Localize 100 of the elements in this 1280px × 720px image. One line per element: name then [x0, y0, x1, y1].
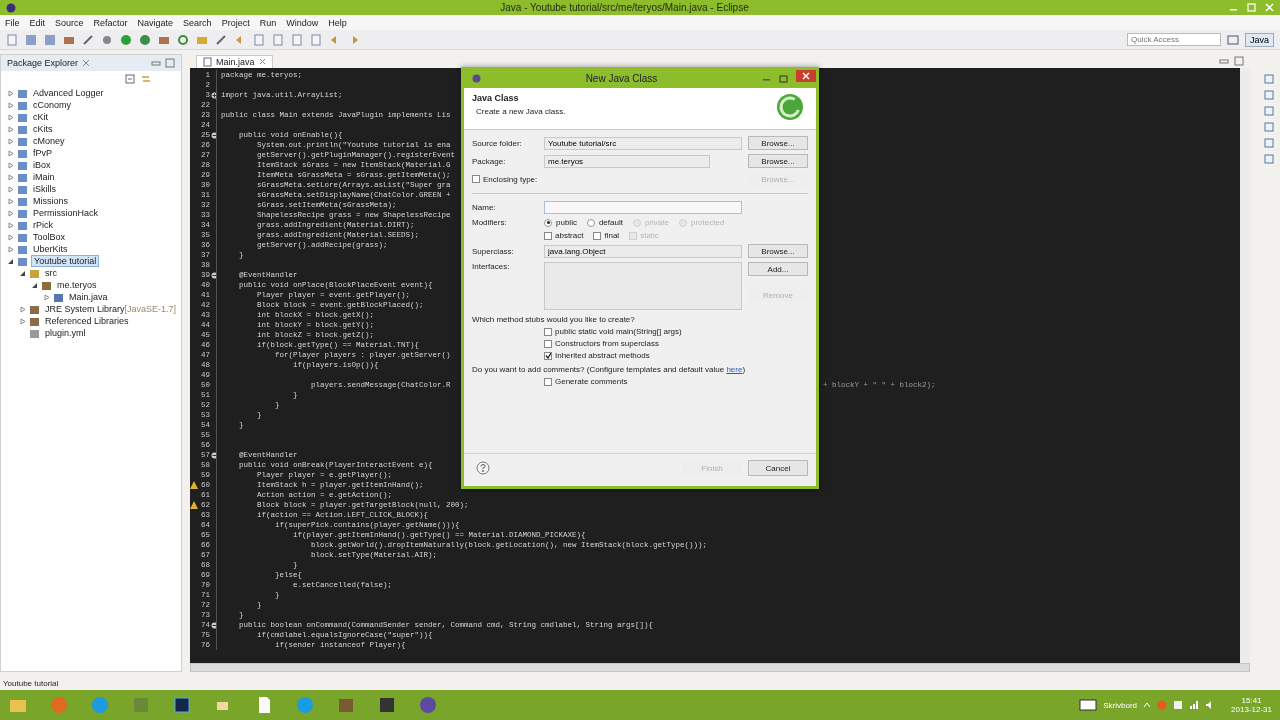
checkbox[interactable] — [544, 327, 552, 336]
refresh-icon[interactable] — [177, 33, 189, 46]
tree-item[interactable]: iSkills — [31, 184, 58, 194]
menu-item[interactable]: Source — [55, 17, 84, 28]
checkbox-label: Generate comments — [555, 377, 628, 386]
menu-item[interactable]: Refactor — [93, 17, 128, 28]
tree-item[interactable]: Missions — [31, 196, 70, 206]
expand-arrow-icon[interactable] — [19, 269, 26, 277]
radio-label: public — [556, 218, 577, 227]
expand-arrow-icon[interactable] — [7, 257, 14, 265]
checkbox[interactable] — [544, 231, 552, 240]
save-icon[interactable] — [25, 33, 37, 46]
link-icon[interactable] — [141, 74, 151, 84]
checkbox-label: abstract — [555, 231, 584, 240]
menu-item[interactable]: Run — [259, 17, 277, 28]
square-icon[interactable] — [172, 695, 192, 715]
checkbox[interactable] — [593, 231, 602, 240]
fold-icon[interactable] — [211, 91, 216, 99]
checkbox[interactable] — [472, 175, 480, 183]
text-field[interactable] — [544, 201, 742, 214]
minimize-icon[interactable] — [1219, 57, 1229, 65]
tree-item[interactable]: Referenced Libraries — [43, 316, 131, 326]
tree-item[interactable]: rPick — [31, 220, 55, 230]
checkbox-label: Inherited abstract methods — [555, 351, 650, 360]
text-field[interactable]: Youtube tutorial/src — [544, 136, 742, 150]
tree-item[interactable]: cConomy — [31, 100, 73, 110]
doc-icon[interactable] — [310, 33, 322, 46]
collapse-all-icon[interactable] — [125, 74, 135, 84]
checkbox[interactable] — [544, 351, 552, 360]
tree-item[interactable]: cKits — [31, 124, 55, 134]
fold-icon[interactable] — [211, 271, 216, 279]
tree-item[interactable]: plugin.yml — [43, 328, 88, 338]
help-icon[interactable] — [476, 461, 490, 475]
fold-icon[interactable] — [211, 451, 216, 459]
tree-item[interactable]: iMain — [31, 172, 57, 182]
tree-item[interactable]: fPvP — [31, 148, 54, 158]
menu-item[interactable]: File — [5, 17, 20, 28]
clock-date: 2013-12-31 — [1231, 705, 1272, 714]
tree-item[interactable]: cKit — [31, 112, 50, 122]
scrollbar[interactable] — [190, 663, 1250, 672]
keyboard-icon[interactable] — [1079, 699, 1098, 711]
text-field[interactable]: me.teryos — [544, 154, 710, 168]
close-icon[interactable] — [796, 70, 816, 82]
perspective-button[interactable]: Java — [1245, 32, 1274, 47]
close-icon[interactable] — [82, 59, 91, 67]
editor-tab[interactable]: Main.java — [196, 54, 273, 68]
dialog-button[interactable]: Cancel — [748, 460, 808, 476]
radio-button[interactable] — [544, 218, 552, 227]
menu-item[interactable]: Edit — [29, 17, 46, 28]
tree-item[interactable]: JRE System Library[JavaSE-1.7] — [43, 304, 179, 314]
fold-icon[interactable] — [211, 621, 216, 629]
checkbox-label: final — [604, 231, 620, 240]
dialog-heading: Java Class — [472, 93, 520, 103]
tree-item[interactable]: Advanced Logger — [31, 88, 106, 98]
tree-item[interactable]: UberKits — [31, 244, 70, 254]
checkbox-label: Enclosing type: — [483, 174, 538, 184]
maximize-icon[interactable] — [1234, 56, 1244, 66]
close-icon[interactable] — [258, 58, 266, 65]
radio-button[interactable] — [586, 218, 595, 227]
signal-icon[interactable] — [1189, 700, 1200, 710]
fold-icon[interactable] — [211, 131, 216, 139]
tree-item[interactable]: PermissionHack — [31, 208, 101, 218]
dialog-title: New Java Class — [584, 72, 659, 84]
maximize-icon[interactable] — [165, 58, 175, 68]
tree-item[interactable]: Youtube tutorial — [31, 255, 100, 267]
list-button[interactable]: Add... — [748, 262, 808, 276]
checkbox[interactable] — [544, 339, 552, 348]
maximize-icon[interactable] — [779, 73, 788, 83]
doc-icon[interactable] — [253, 33, 265, 46]
tree-item[interactable]: me.teryos — [55, 280, 99, 290]
tree-item[interactable]: iBox — [31, 160, 53, 170]
doc-icon[interactable] — [291, 33, 303, 46]
menu-item[interactable]: Search — [183, 17, 212, 28]
menu-item[interactable]: Window — [286, 17, 319, 28]
java-file-icon — [203, 56, 212, 67]
new-icon[interactable] — [6, 33, 18, 46]
browse-button[interactable]: Browse... — [748, 136, 808, 150]
tree-item[interactable]: ToolBox — [31, 232, 68, 242]
text-field[interactable]: java.lang.Object — [544, 244, 742, 258]
menu-item[interactable]: Navigate — [137, 17, 174, 28]
expand-arrow-icon[interactable] — [31, 281, 38, 289]
status-text: Youtube tutorial — [3, 678, 59, 688]
window-title: Java - Youtube tutorial/src/me/teryos/Main.java - Eclipse — [499, 2, 750, 13]
minimize-icon[interactable] — [151, 59, 161, 67]
field-label: Source folder: — [472, 138, 523, 148]
save-icon[interactable] — [44, 33, 56, 46]
browse-button[interactable]: Browse... — [748, 244, 808, 258]
doc-icon[interactable] — [272, 33, 284, 46]
tree-item[interactable]: cMoney — [31, 136, 67, 146]
menu-item[interactable]: Help — [328, 17, 347, 28]
checkbox[interactable] — [544, 377, 552, 386]
menu-item[interactable]: Project — [221, 17, 250, 28]
class-icon — [776, 93, 804, 121]
tree-item[interactable]: src — [43, 268, 59, 278]
browse-button[interactable]: Browse... — [748, 154, 808, 168]
tree-item[interactable]: Main.java — [67, 292, 110, 302]
sphere-icon[interactable] — [418, 695, 438, 715]
quick-access-field[interactable]: Quick Access — [1127, 33, 1221, 46]
window-icon[interactable] — [1227, 33, 1239, 46]
scrollbar[interactable] — [1240, 68, 1250, 663]
